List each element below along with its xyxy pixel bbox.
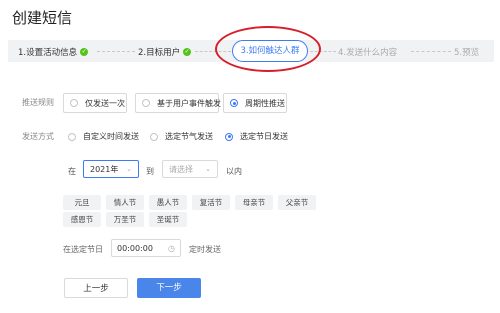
holiday-tag[interactable]: 复活节 (192, 195, 230, 210)
send-method-custom[interactable]: 自定义时间发送 (68, 131, 139, 142)
holiday-tag[interactable]: 圣诞节 (149, 212, 187, 227)
start-year-value: 2021年 (90, 164, 119, 174)
send-method-label: 发送方式 (22, 132, 54, 141)
holiday-tag[interactable]: 情人节 (106, 195, 144, 210)
step-1[interactable]: 1.设置活动信息 ✓ (18, 46, 89, 58)
holiday-tag[interactable]: 感恩节 (63, 212, 101, 227)
radio-icon (142, 99, 150, 107)
step-5-label: 5.预览 (454, 48, 480, 58)
step-2-label: 2.目标用户 (138, 48, 181, 58)
option-label: 仅发送一次 (85, 98, 125, 108)
push-rule-once[interactable]: 仅发送一次 (63, 93, 127, 113)
range-suffix: 以内 (226, 167, 242, 176)
radio-icon (70, 99, 78, 107)
radio-icon (150, 132, 158, 141)
page-title: 创建短信 (12, 9, 73, 27)
radio-icon (68, 132, 76, 141)
time-row-suffix: 定时发送 (189, 245, 221, 254)
check-icon: ✓ (80, 48, 89, 56)
option-label: 基于用户事件触发 (157, 98, 221, 108)
time-input[interactable]: 00:00:00 ◷ (111, 239, 181, 257)
chevron-down-icon: ⌄ (205, 165, 211, 173)
holiday-tag[interactable]: 愚人节 (149, 195, 187, 210)
check-icon: ✓ (183, 48, 192, 56)
push-rule-label: 推送规则 (22, 98, 54, 107)
step-connector (97, 51, 135, 52)
step-5[interactable]: 5.预览 (454, 46, 479, 58)
start-year-select[interactable]: 2021年 ⌄ (83, 160, 139, 178)
push-rule-periodic[interactable]: 周期性推送 (223, 93, 287, 113)
send-method-solar-term[interactable]: 选定节气发送 (150, 131, 213, 142)
holiday-tag[interactable]: 母亲节 (235, 195, 273, 210)
step-2[interactable]: 2.目标用户 ✓ (138, 46, 192, 58)
annotation-ellipse (215, 26, 321, 72)
prev-button[interactable]: 上一步 (64, 278, 128, 298)
clock-icon: ◷ (168, 243, 175, 253)
end-year-placeholder: 请选择 (169, 164, 193, 174)
holiday-tag[interactable]: 父亲节 (278, 195, 316, 210)
radio-selected-icon (230, 99, 238, 107)
next-button[interactable]: 下一步 (137, 278, 201, 298)
option-label: 选定节气发送 (165, 132, 213, 141)
range-to: 到 (146, 167, 154, 176)
end-year-select[interactable]: 请选择 ⌄ (162, 160, 218, 178)
time-value: 00:00:00 (117, 243, 153, 253)
option-label: 自定义时间发送 (83, 132, 139, 141)
range-prefix: 在 (68, 167, 76, 176)
radio-selected-icon (225, 132, 233, 141)
holiday-tag[interactable]: 元旦 (63, 195, 101, 210)
holiday-tag[interactable]: 万圣节 (106, 212, 144, 227)
step-4[interactable]: 4.发送什么内容 (338, 46, 397, 58)
push-rule-event[interactable]: 基于用户事件触发 (135, 93, 221, 113)
chevron-down-icon: ⌄ (126, 165, 132, 173)
send-method-holiday[interactable]: 选定节日发送 (225, 131, 288, 142)
step-connector (411, 51, 451, 52)
option-label: 周期性推送 (245, 98, 285, 108)
step-4-label: 4.发送什么内容 (338, 48, 398, 58)
time-row-label: 在选定节日 (63, 245, 103, 254)
option-label: 选定节日发送 (240, 132, 288, 141)
step-1-label: 1.设置活动信息 (18, 48, 78, 58)
